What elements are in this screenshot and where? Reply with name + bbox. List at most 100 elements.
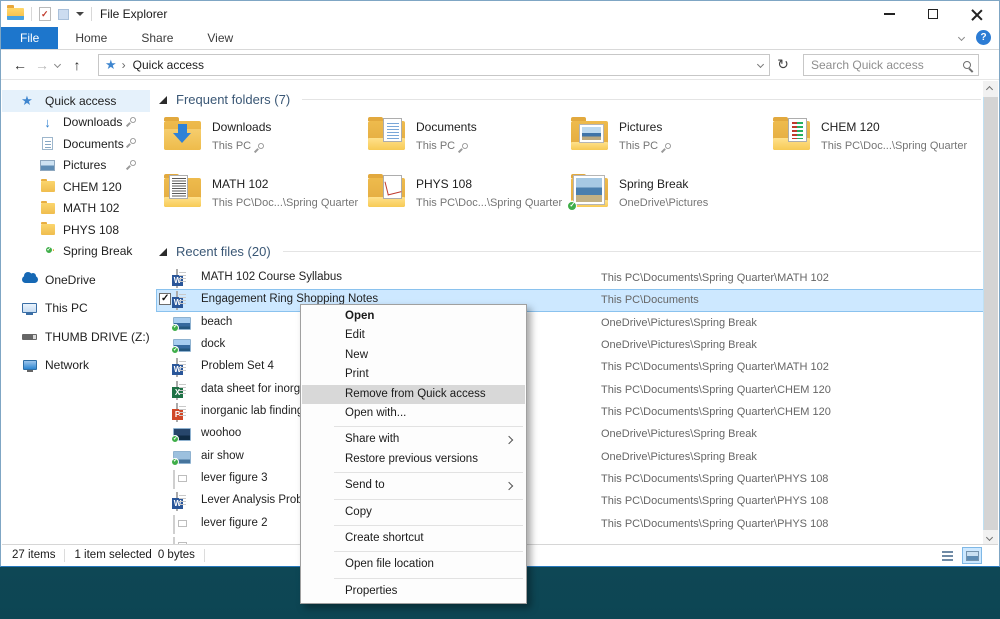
customize-quick-access-toolbar-chevron-icon[interactable] [76,12,84,16]
menu-item-new[interactable]: New [302,346,525,365]
breadcrumb-location[interactable]: Quick access [133,58,204,72]
recent-files-list: W MATH 102 Course Syllabus This PC\Docum… [156,267,986,546]
sidebar-item-spring-break[interactable]: Spring Break [2,241,150,263]
scroll-up-icon[interactable] [985,85,994,94]
folder-icon [40,222,55,236]
back-arrow-icon[interactable]: ← [9,57,31,73]
menu-item-open[interactable]: Open [302,307,525,326]
file-name: beach [201,315,233,328]
address-box[interactable]: ★ › Quick access [98,53,770,76]
checkbox-checked[interactable] [159,293,171,306]
search-input[interactable] [811,57,963,72]
file-row[interactable]: W Lever Analysis Problem This PC\Documen… [156,490,986,512]
file-row-selected[interactable]: W Engagement Ring Shopping Notes This PC… [156,289,986,312]
sidebar-item-math-102[interactable]: MATH 102 [2,198,150,220]
close-button[interactable] [955,1,999,27]
menu-item-open-file-location[interactable]: Open file location [302,555,525,574]
details-view-button[interactable] [937,547,957,564]
file-row[interactable]: dock OneDrive\Pictures\Spring Break [156,334,986,356]
sidebar-item-this-pc[interactable]: This PC [2,298,150,320]
thumbnails-view-button[interactable] [962,547,982,564]
sidebar-item-thumb-drive[interactable]: THUMB DRIVE (Z:) [2,326,150,348]
sync-check-icon [567,201,577,211]
scroll-down-icon[interactable] [985,533,994,542]
collapse-twisty-icon[interactable] [159,95,167,104]
search-magnifier-icon [963,60,971,69]
file-row[interactable]: W Problem Set 4 This PC\Documents\Spring… [156,356,986,378]
file-row[interactable]: air show OneDrive\Pictures\Spring Break [156,446,986,468]
sidebar-item-pictures[interactable]: Pictures [2,155,150,177]
vertical-scrollbar[interactable] [983,81,998,546]
file-row[interactable]: lever figure 2 This PC\Documents\Spring … [156,513,986,535]
status-divider [64,548,66,562]
menu-item-restore-previous-versions[interactable]: Restore previous versions [302,450,525,469]
title-bar[interactable]: File Explorer [1,1,999,27]
sidebar-item-onedrive[interactable]: OneDrive [2,269,150,291]
tile-downloads[interactable]: Downloads This PC [164,115,364,171]
tile-phys-108[interactable]: PHYS 108 This PC\Doc...\Spring Quarter [368,172,568,228]
details-view-icon [941,550,953,561]
sidebar-item-label: Quick access [45,93,117,108]
help-icon[interactable]: ? [976,30,991,45]
sidebar-item-documents[interactable]: Documents [2,133,150,155]
folder-icon [40,200,55,214]
new-folder-icon[interactable] [58,8,69,20]
forward-arrow-icon[interactable]: → [31,57,53,73]
menu-item-open-with[interactable]: Open with... [302,404,525,423]
refresh-icon[interactable]: ↻ [770,56,796,73]
menu-item-copy[interactable]: Copy [302,503,525,522]
menu-item-print[interactable]: Print [302,365,525,384]
sidebar-item-quick-access[interactable]: ★ Quick access [2,90,150,112]
sync-check-icon [44,246,53,255]
photo-folder-synced-icon [567,174,608,211]
tab-home[interactable]: Home [58,27,124,49]
pin-icon [460,141,469,151]
file-path: This PC\Documents [601,294,699,307]
address-dropdown-chevron-icon[interactable] [756,60,765,69]
menu-item-send-to[interactable]: Send to [302,476,525,495]
sidebar-item-downloads[interactable]: ↓ Downloads [2,112,150,134]
properties-check-icon[interactable] [39,7,51,21]
menu-item-remove-from-quick-access[interactable]: Remove from Quick access [302,384,525,404]
tab-file[interactable]: File [1,27,59,49]
menu-item-share-with[interactable]: Share with [302,430,525,449]
file-row[interactable]: beach OneDrive\Pictures\Spring Break [156,312,986,334]
file-name: MATH 102 Course Syllabus [201,271,343,283]
recent-files-header[interactable]: Recent files (20) [159,244,981,259]
file-path: This PC\Documents\Spring Quarter\PHYS 10… [601,517,829,530]
file-row[interactable]: P inorganic lab findings This PC\Documen… [156,401,986,423]
file-row[interactable]: lever figure 3 This PC\Documents\Spring … [156,468,986,490]
file-row[interactable]: woohoo OneDrive\Pictures\Spring Break [156,423,986,445]
toolbar-separator [91,7,92,21]
file-row[interactable]: W MATH 102 Course Syllabus This PC\Docum… [156,267,986,289]
ribbon-collapse-chevron-icon[interactable] [957,33,966,42]
recent-locations-chevron-icon[interactable] [53,60,62,69]
tab-share[interactable]: Share [124,27,190,49]
collapse-twisty-icon[interactable] [159,247,167,256]
tile-chem-120[interactable]: CHEM 120 This PC\Doc...\Spring Quarter [773,115,973,171]
menu-item-properties[interactable]: Properties [302,582,525,601]
search-box[interactable] [803,53,979,76]
sidebar-item-phys-108[interactable]: PHYS 108 [2,219,150,241]
tab-view[interactable]: View [190,27,250,49]
frequent-folders-header[interactable]: Frequent folders (7) [159,92,981,107]
minimize-button[interactable] [867,1,911,27]
up-arrow-icon[interactable]: ↑ [66,57,88,73]
file-explorer-folder-icon[interactable] [7,5,24,20]
file-row[interactable]: X data sheet for inorganic This PC\Docum… [156,379,986,401]
sidebar-item-chem-120[interactable]: CHEM 120 [2,176,150,198]
maximize-button[interactable] [911,1,955,27]
folder-icon [40,179,55,193]
sidebar-item-network[interactable]: Network [2,355,150,377]
tile-spring-break[interactable]: Spring Break OneDrive\Pictures [567,172,771,228]
tile-documents[interactable]: Documents This PC [368,115,568,171]
tile-pictures[interactable]: Pictures This PC [571,115,771,171]
menu-item-edit[interactable]: Edit [302,326,525,345]
window-controls [867,1,999,27]
tile-location: This PC\Doc...\Spring Quarter [821,140,968,152]
scrollbar-thumb[interactable] [983,97,998,530]
menu-separator [334,577,523,579]
menu-item-create-shortcut[interactable]: Create shortcut [302,529,525,548]
toolbar-separator [31,7,32,21]
tile-math-102[interactable]: MATH 102 This PC\Doc...\Spring Quarter [164,172,364,228]
